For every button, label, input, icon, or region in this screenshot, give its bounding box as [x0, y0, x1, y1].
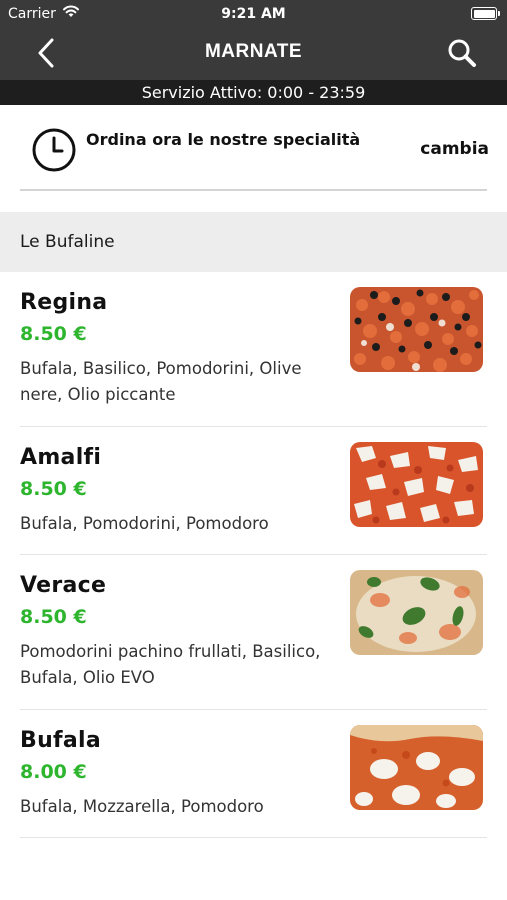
- menu-item-verace[interactable]: Verace 8.50 € Pomodorini pachino frullat…: [0, 555, 507, 710]
- status-bar: Carrier 9:21 AM: [0, 0, 507, 28]
- search-icon[interactable]: [446, 37, 478, 69]
- page-title: MARNATE: [204, 41, 303, 62]
- menu-item-amalfi[interactable]: Amalfi 8.50 € Bufala, Pomodorini, Pomodo…: [0, 427, 507, 555]
- item-description: Bufala, Mozzarella, Pomodoro: [20, 797, 264, 816]
- status-time: 9:21 AM: [221, 6, 286, 22]
- change-time-button[interactable]: cambia: [420, 139, 489, 159]
- divider: [20, 189, 487, 191]
- item-price: 8.50 €: [20, 478, 87, 500]
- item-price: 8.50 €: [20, 323, 87, 345]
- service-hours-banner: Servizio Attivo: 0:00 - 23:59: [0, 80, 507, 105]
- item-description: Bufala, Basilico, Pomodorini, Olive nere…: [20, 359, 302, 404]
- pizza-photo: [350, 287, 483, 372]
- menu-item-regina[interactable]: Regina 8.50 € Bufala, Basilico, Pomodori…: [0, 272, 507, 427]
- item-price: 8.00 €: [20, 761, 87, 783]
- item-description: Pomodorini pachino frullati, Basilico, B…: [20, 642, 321, 687]
- menu-item-bufala[interactable]: Bufala 8.00 € Bufala, Mozzarella, Pomodo…: [0, 710, 507, 838]
- order-time-row: Ordina ora le nostre specialità cambia: [0, 105, 507, 205]
- clock-icon: [32, 128, 76, 172]
- item-name: Regina: [20, 290, 108, 315]
- navigation-bar: Carrier 9:21 AM MARNATE: [0, 0, 507, 80]
- item-name: Bufala: [20, 728, 102, 753]
- category-header: Le Bufaline: [0, 212, 507, 272]
- pizza-photo: [350, 570, 483, 655]
- item-price: 8.50 €: [20, 606, 87, 628]
- pizza-photo: [350, 725, 483, 810]
- item-name: Amalfi: [20, 445, 102, 470]
- item-divider: [20, 837, 487, 838]
- pizza-photo: [350, 442, 483, 527]
- category-title: Le Bufaline: [20, 232, 115, 252]
- item-name: Verace: [20, 573, 107, 598]
- item-description: Bufala, Pomodorini, Pomodoro: [20, 514, 269, 533]
- chevron-left-icon[interactable]: [34, 36, 58, 70]
- order-time-label: Ordina ora le nostre specialità: [86, 130, 361, 149]
- menu-list: Regina 8.50 € Bufala, Basilico, Pomodori…: [0, 272, 507, 838]
- battery-icon: [471, 7, 500, 20]
